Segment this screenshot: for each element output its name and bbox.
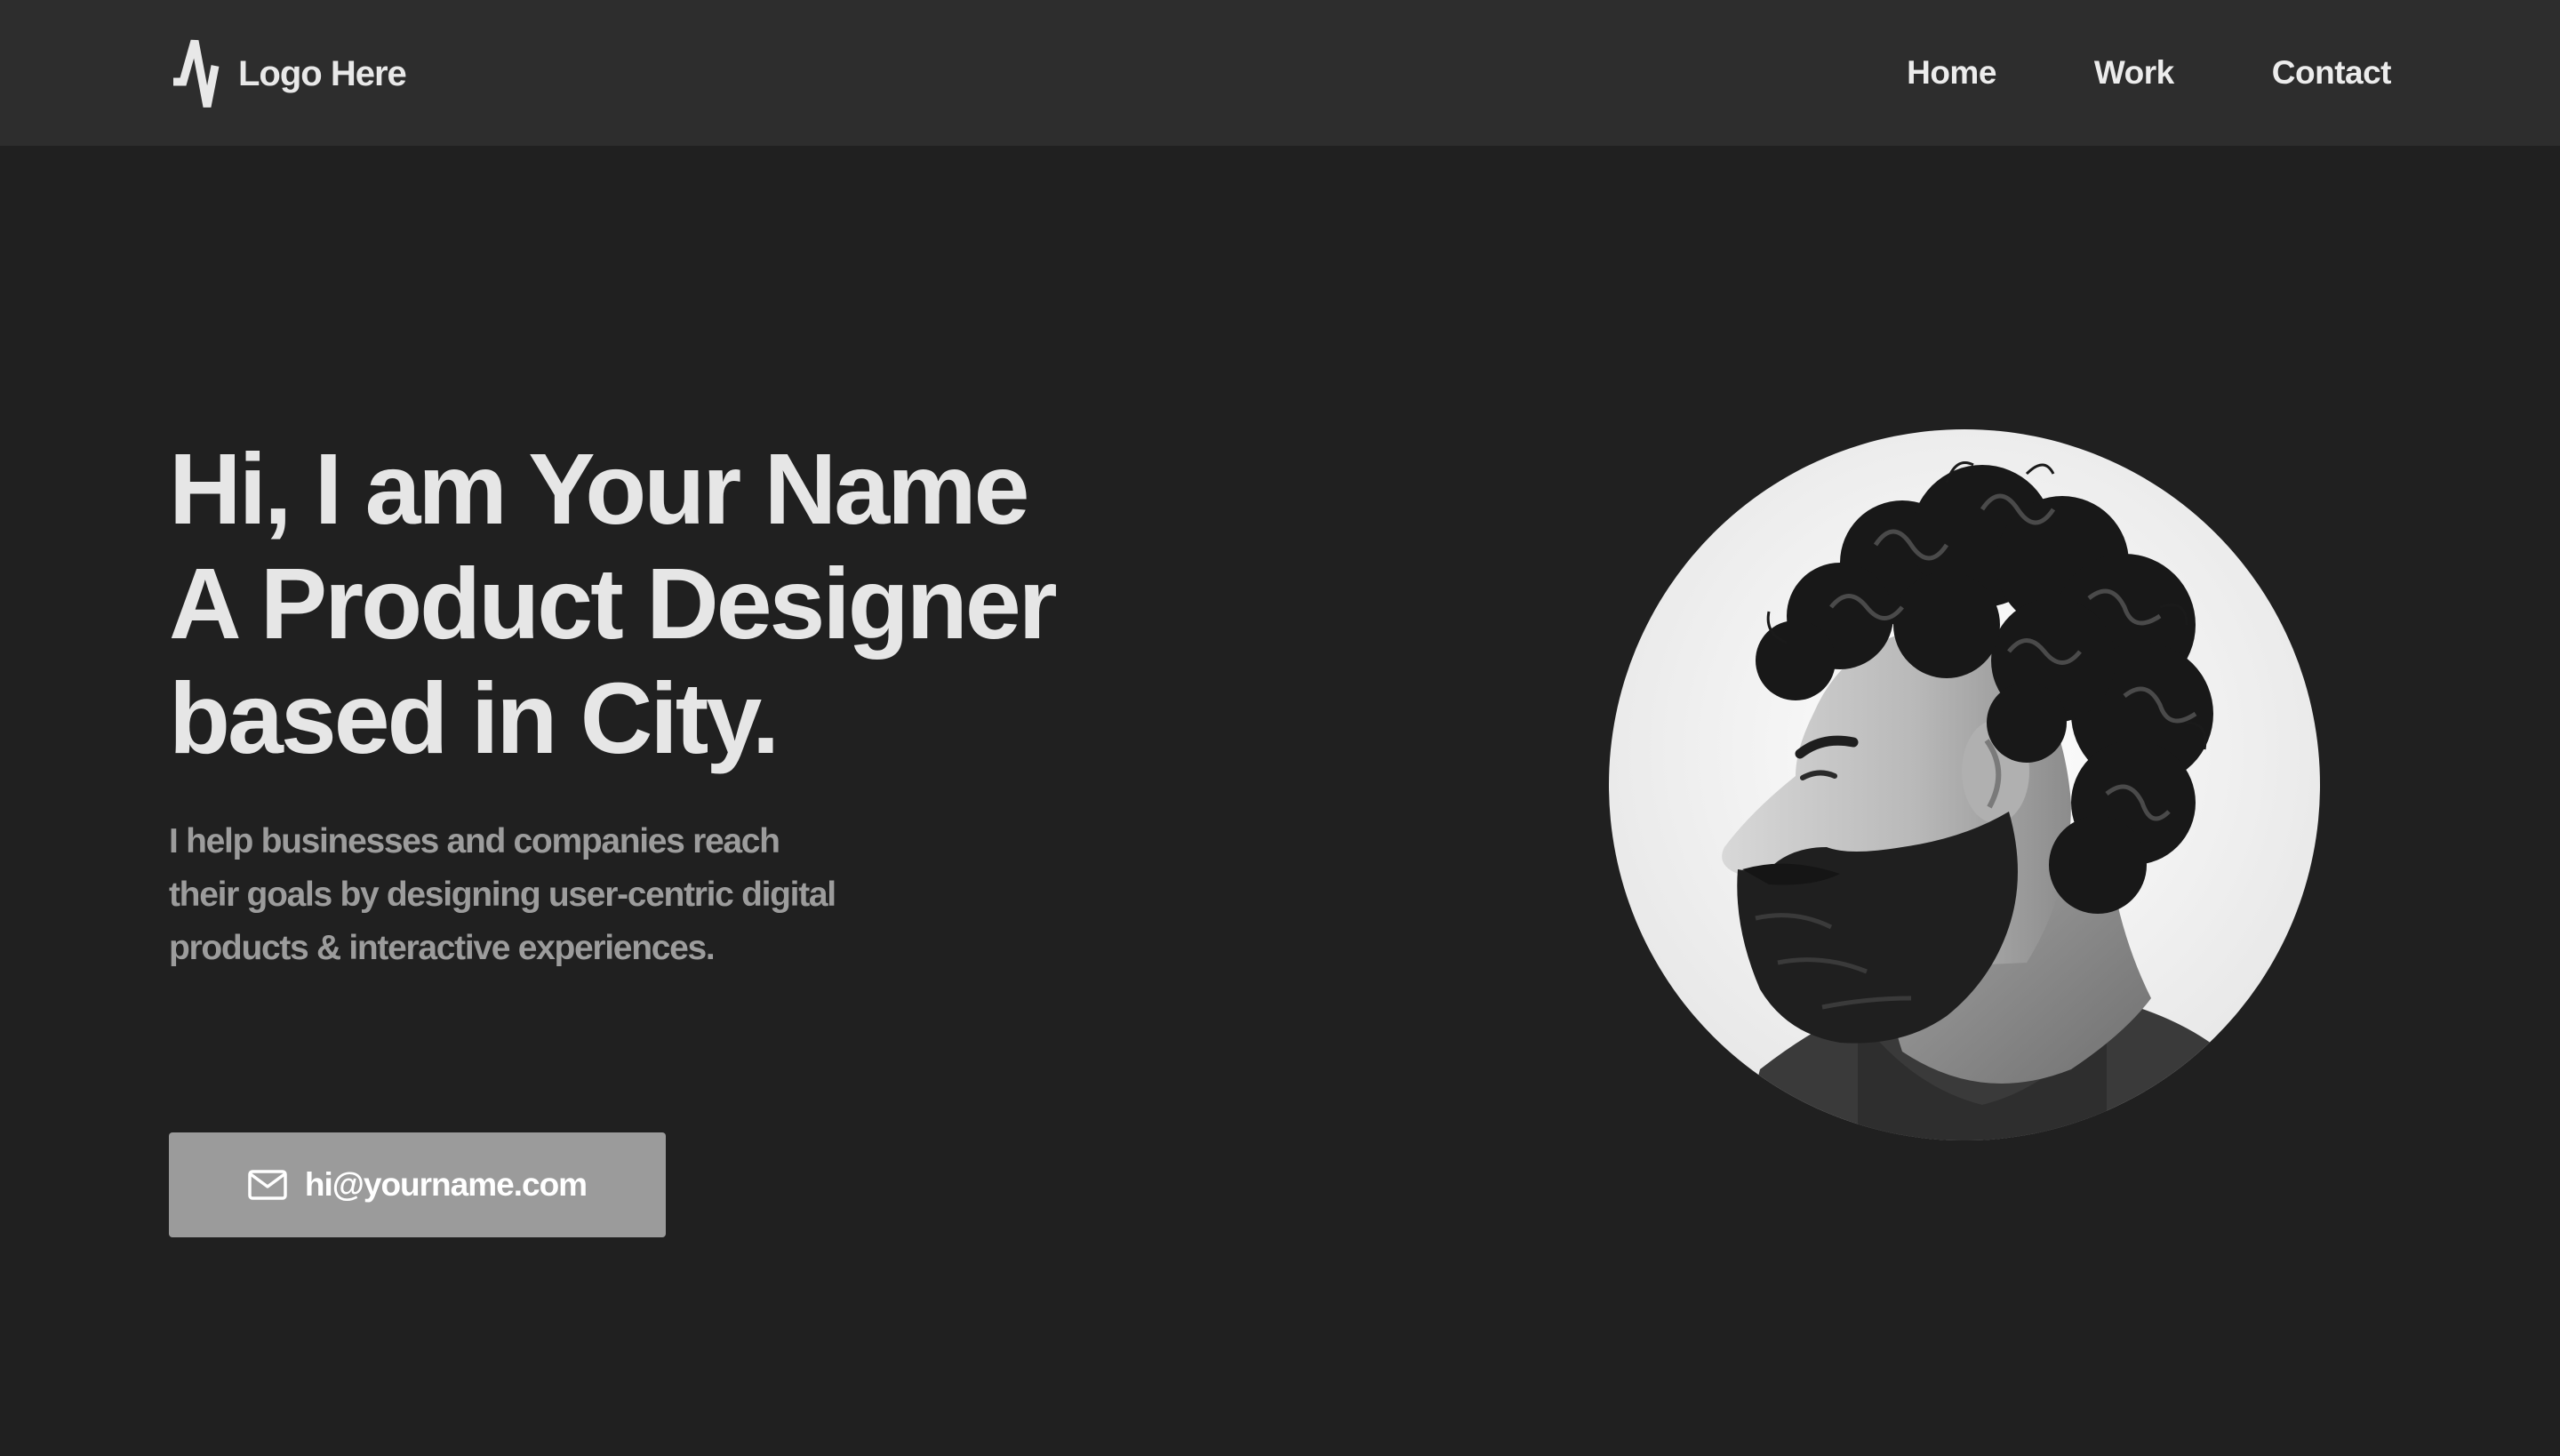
nav-work-link[interactable]: Work xyxy=(2094,54,2174,92)
logo-link[interactable]: Logo Here xyxy=(169,36,407,112)
nav-home-link[interactable]: Home xyxy=(1907,54,1996,92)
portrait-illustration xyxy=(1609,429,2320,1140)
hero-heading: Hi, I am Your Name A Product Designer ba… xyxy=(169,432,1058,776)
hero-heading-line: Hi, I am Your Name xyxy=(169,433,1029,545)
hero-heading-line: A Product Designer xyxy=(169,548,1058,660)
nav-contact-link[interactable]: Contact xyxy=(2272,54,2392,92)
email-button[interactable]: hi@yourname.com xyxy=(169,1132,666,1237)
profile-portrait-image xyxy=(1609,429,2320,1140)
hero-description-line: products & interactive experiences. xyxy=(169,929,716,967)
zigzag-logo-icon xyxy=(173,39,220,108)
hero-description: I help businesses and companies reach th… xyxy=(169,815,836,975)
main-nav: Home Work Contact xyxy=(1907,0,2391,146)
email-button-label: hi@yourname.com xyxy=(304,1166,588,1203)
top-navbar: Logo Here Home Work Contact xyxy=(0,0,2560,146)
mail-icon xyxy=(248,1170,287,1200)
hero-description-line: I help businesses and companies reach xyxy=(169,822,780,860)
hero-heading-line: based in City. xyxy=(169,662,780,774)
logo-text: Logo Here xyxy=(238,53,407,93)
hero-description-line: their goals by designing user-centric di… xyxy=(169,876,836,914)
